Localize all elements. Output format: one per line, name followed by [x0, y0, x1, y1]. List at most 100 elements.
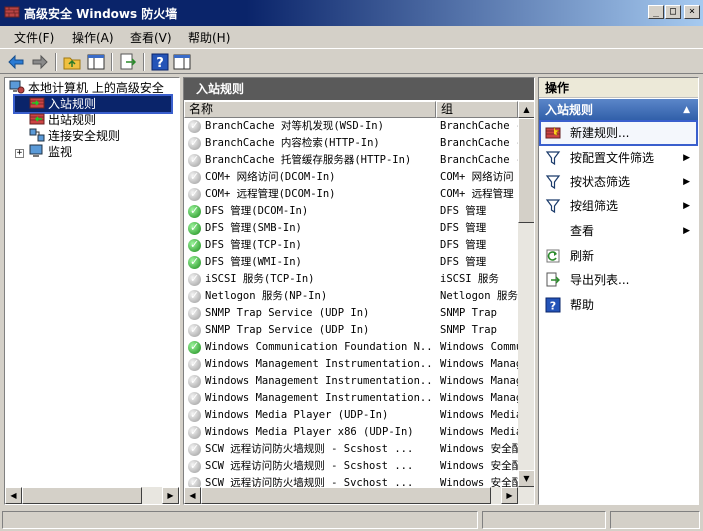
- rule-row[interactable]: SCW 远程访问防火墙规则 - Scshost ... Windows 安全配: [184, 440, 519, 458]
- rule-group: Windows 安全配: [440, 460, 518, 472]
- tree-item-monitoring[interactable]: + 监视: [15, 144, 72, 160]
- rule-row[interactable]: Windows Communication Foundation N... Win…: [184, 338, 519, 356]
- minimize-button[interactable]: _: [648, 5, 664, 19]
- actions-pane: 操作 入站规则 ▲ 新建规则... 按配置文件筛选 ▶ 按状态筛选 ▶ 按组筛选 ▶ 查看 ▶ 刷…: [538, 77, 699, 505]
- help-icon[interactable]: ?: [150, 52, 170, 72]
- submenu-arrow-icon: ▶: [683, 201, 690, 211]
- rule-group: DFS 管理: [440, 222, 487, 234]
- maximize-button[interactable]: □: [665, 5, 681, 19]
- actions-title: 操作: [539, 78, 698, 98]
- rule-row[interactable]: DFS 管理(WMI-In) DFS 管理: [184, 253, 519, 271]
- tree-item-inbound-rules[interactable]: 入站规则: [13, 94, 173, 114]
- rule-group: BranchCache -: [440, 154, 518, 166]
- scroll-up-button[interactable]: ▲: [518, 101, 534, 118]
- tree-root-label: 本地计算机 上的高级安全: [28, 81, 164, 95]
- close-button[interactable]: ×: [684, 5, 700, 19]
- rule-group: DFS 管理: [440, 239, 487, 251]
- rule-row[interactable]: SNMP Trap Service (UDP In) SNMP Trap: [184, 304, 519, 322]
- action-help[interactable]: ? 帮助: [541, 294, 696, 316]
- action-filter-by-profile[interactable]: 按配置文件筛选 ▶: [541, 147, 696, 169]
- scroll-thumb[interactable]: [22, 487, 142, 504]
- scroll-right-button[interactable]: ▶: [501, 487, 518, 504]
- rule-group: BranchCache -: [440, 137, 518, 149]
- tree-root[interactable]: 本地计算机 上的高级安全: [9, 80, 164, 96]
- rule-group: SNMP Trap: [440, 324, 497, 336]
- rule-row[interactable]: Windows Management Instrumentation... Win…: [184, 372, 519, 390]
- column-header-group[interactable]: 组: [436, 101, 518, 118]
- action-new-rule[interactable]: 新建规则...: [539, 120, 698, 146]
- scroll-right-button[interactable]: ▶: [162, 487, 179, 504]
- scroll-left-button[interactable]: ◀: [184, 487, 201, 504]
- rule-disabled-icon: [188, 270, 201, 287]
- forward-arrow-icon[interactable]: [30, 52, 50, 72]
- rule-disabled-icon: [188, 440, 201, 457]
- rule-group: BranchCache -: [440, 120, 518, 132]
- tree-item-connection-security-rules[interactable]: 连接安全规则: [29, 128, 120, 144]
- action-filter-by-state[interactable]: 按状态筛选 ▶: [541, 171, 696, 193]
- export-list-icon[interactable]: [118, 52, 138, 72]
- rule-row[interactable]: DFS 管理(SMB-In) DFS 管理: [184, 219, 519, 237]
- rule-disabled-icon: [188, 304, 201, 321]
- menu-help[interactable]: 帮助(H): [188, 29, 230, 46]
- svg-text:?: ?: [550, 300, 556, 313]
- rule-row[interactable]: BranchCache 对等机发现(WSD-In) BranchCache -: [184, 117, 519, 135]
- rule-name: Windows Communication Foundation N...: [205, 341, 431, 353]
- action-refresh[interactable]: 刷新: [541, 245, 696, 267]
- rule-row[interactable]: Windows Media Player (UDP-In) Windows Med…: [184, 406, 519, 424]
- menu-action[interactable]: 操作(A): [72, 29, 114, 46]
- action-label: 按配置文件筛选: [570, 151, 655, 165]
- rule-row[interactable]: BranchCache 内容检索(HTTP-In) BranchCache -: [184, 134, 519, 152]
- rule-row[interactable]: COM+ 网络访问(DCOM-In) COM+ 网络访问: [184, 168, 519, 186]
- submenu-arrow-icon: ▶: [683, 226, 690, 236]
- section-label: 入站规则: [545, 103, 594, 117]
- rule-group: Netlogon 服务: [440, 290, 518, 302]
- action-view[interactable]: 查看 ▶: [541, 220, 696, 242]
- tree-horizontal-scrollbar[interactable]: ◀ ▶: [5, 487, 179, 504]
- rule-row[interactable]: BranchCache 托管缓存服务器(HTTP-In) BranchCache …: [184, 151, 519, 169]
- rule-row[interactable]: Windows Management Instrumentation... Win…: [184, 355, 519, 373]
- action-filter-by-group[interactable]: 按组筛选 ▶: [541, 195, 696, 217]
- actions-section-inbound-rules[interactable]: 入站规则 ▲: [539, 99, 698, 121]
- rule-name: COM+ 网络访问(DCOM-In): [205, 171, 336, 183]
- rule-name: Windows Media Player (UDP-In): [205, 409, 389, 421]
- rule-row[interactable]: SNMP Trap Service (UDP In) SNMP Trap: [184, 321, 519, 339]
- column-header-name[interactable]: 名称: [184, 101, 436, 118]
- rule-disabled-icon: [188, 185, 201, 202]
- rule-disabled-icon: [188, 117, 201, 134]
- menu-file[interactable]: 文件(F): [14, 29, 54, 46]
- scroll-thumb[interactable]: [201, 487, 491, 504]
- rule-row[interactable]: Windows Management Instrumentation... Win…: [184, 389, 519, 407]
- rule-row[interactable]: Netlogon 服务(NP-In) Netlogon 服务: [184, 287, 519, 305]
- rules-vertical-scrollbar[interactable]: ▲ ▼: [518, 101, 534, 487]
- rule-enabled-icon: [188, 219, 201, 236]
- help-icon: ?: [545, 297, 561, 313]
- menu-view[interactable]: 查看(V): [130, 29, 172, 46]
- rule-disabled-icon: [188, 287, 201, 304]
- tree-item-label: 监视: [48, 145, 73, 159]
- back-arrow-icon[interactable]: [6, 52, 26, 72]
- show-hide-action-pane-icon[interactable]: [172, 52, 192, 72]
- collapse-arrow-icon[interactable]: ▲: [683, 99, 690, 121]
- scroll-left-button[interactable]: ◀: [5, 487, 22, 504]
- rule-row[interactable]: iSCSI 服务(TCP-In) iSCSI 服务: [184, 270, 519, 288]
- inbound-rules-icon: [29, 97, 45, 109]
- rule-group: iSCSI 服务: [440, 273, 499, 285]
- rule-row[interactable]: DFS 管理(TCP-In) DFS 管理: [184, 236, 519, 254]
- scroll-down-button[interactable]: ▼: [518, 470, 534, 487]
- rule-row[interactable]: SCW 远程访问防火墙规则 - Scshost ... Windows 安全配: [184, 457, 519, 475]
- rule-name: iSCSI 服务(TCP-In): [205, 273, 315, 285]
- rule-row[interactable]: COM+ 远程管理(DCOM-In) COM+ 远程管理: [184, 185, 519, 203]
- refresh-icon: [546, 249, 560, 263]
- rule-name: Windows Management Instrumentation...: [205, 358, 431, 370]
- up-folder-icon[interactable]: [62, 52, 82, 72]
- rule-row[interactable]: Windows Media Player x86 (UDP-In) Windows…: [184, 423, 519, 441]
- expander-plus-icon[interactable]: +: [15, 149, 24, 158]
- rule-row[interactable]: DFS 管理(DCOM-In) DFS 管理: [184, 202, 519, 220]
- action-export-list[interactable]: 导出列表...: [541, 269, 696, 291]
- rules-horizontal-scrollbar[interactable]: ◀ ▶: [184, 487, 534, 504]
- scroll-thumb[interactable]: [518, 118, 534, 223]
- title-bar[interactable]: 高级安全 Windows 防火墙 _ □ ×: [0, 0, 703, 26]
- tree-item-outbound-rules[interactable]: 出站规则: [29, 112, 96, 128]
- rule-name: Windows Management Instrumentation...: [205, 375, 431, 387]
- show-hide-tree-icon[interactable]: [86, 52, 106, 72]
